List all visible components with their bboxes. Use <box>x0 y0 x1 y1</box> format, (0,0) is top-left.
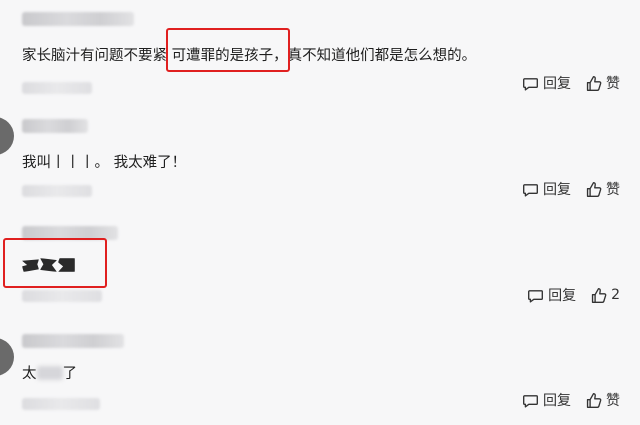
comment-meta-blurred <box>22 290 102 302</box>
comment-text: 我叫丨丨丨。 我太难了！ <box>22 155 187 171</box>
reply-button[interactable]: 回复 <box>522 390 571 410</box>
reply-label: 回复 <box>543 393 571 409</box>
comment-actions: 回复 2 <box>527 285 620 305</box>
comment-bubble-icon <box>528 289 544 303</box>
comment-text-end: 了 <box>62 366 78 382</box>
reply-label: 回复 <box>548 288 577 304</box>
comment-bubble-icon <box>523 77 538 91</box>
comment-bubble-icon <box>523 394 538 408</box>
like-label: 赞 <box>606 393 620 409</box>
thumbs-up-icon <box>586 181 602 197</box>
reply-button[interactable]: 回复 <box>527 285 576 305</box>
reply-button[interactable]: 回复 <box>522 179 571 199</box>
comment-actions: 回复 赞 <box>522 179 620 199</box>
commenter-name-blurred <box>22 334 124 348</box>
highlight-box <box>166 28 290 72</box>
like-count: 2 <box>611 287 620 303</box>
avatar <box>0 117 14 155</box>
comment-text-start: 太 <box>22 366 37 382</box>
comment-item-1: 家长脑汁有问题不要紧 可遭罪的是孩子，真不知道他们都是怎么想的。 回复 赞 <box>0 0 640 105</box>
commenter-name-blurred <box>22 12 134 26</box>
like-button[interactable]: 赞 <box>585 179 620 199</box>
avatar <box>0 338 14 376</box>
comment-text: 太了 <box>22 362 77 383</box>
like-button[interactable]: 2 <box>590 287 620 304</box>
reply-button[interactable]: 回复 <box>522 73 571 93</box>
thumbs-up-icon <box>586 392 602 408</box>
blurred-word <box>36 366 63 380</box>
like-label: 赞 <box>606 182 620 198</box>
comment-text-before: 家长脑汁有问题不要紧 <box>22 48 172 64</box>
comment-actions: 回复 赞 <box>522 73 620 93</box>
comment-item-4: 太了 回复 赞 <box>0 320 640 425</box>
commenter-name-blurred <box>22 119 88 133</box>
reply-label: 回复 <box>543 182 571 198</box>
comment-actions: 回复 赞 <box>522 390 620 410</box>
comment-meta-blurred <box>22 185 92 197</box>
highlight-box <box>3 238 107 288</box>
comment-item-2: 我叫丨丨丨。 我太难了！ 回复 赞 <box>0 105 640 210</box>
comment-bubble-icon <box>523 183 538 197</box>
like-label: 赞 <box>606 76 620 92</box>
like-button[interactable]: 赞 <box>585 73 620 93</box>
thumbs-up-icon <box>591 287 607 303</box>
reply-label: 回复 <box>543 76 571 92</box>
comment-text-after: ，真不知道他们都是怎么想的。 <box>273 48 477 64</box>
like-button[interactable]: 赞 <box>585 390 620 410</box>
comment-meta-blurred <box>22 82 92 94</box>
comment-meta-blurred <box>22 398 100 410</box>
thumbs-up-icon <box>586 75 602 91</box>
